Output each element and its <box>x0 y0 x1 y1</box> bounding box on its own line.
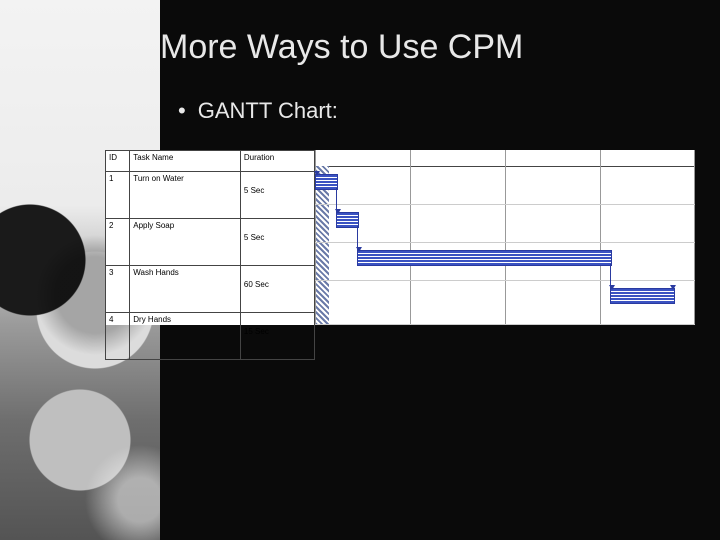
gantt-bar-1 <box>315 174 338 190</box>
gantt-bar-4 <box>610 288 675 304</box>
col-id: ID <box>106 151 130 172</box>
cell-id: 1 <box>106 172 130 219</box>
dependency-link <box>357 226 358 250</box>
gantt-row <box>315 166 695 205</box>
task-table: ID Task Name Duration 1 Turn on Water 5 … <box>105 150 315 360</box>
table-row: 1 Turn on Water 5 Sec <box>106 172 315 219</box>
table-row: 2 Apply Soap 5 Sec <box>106 219 315 266</box>
table-header-row: ID Task Name Duration <box>106 151 315 172</box>
dependency-link <box>336 188 337 212</box>
cell-id: 4 <box>106 313 130 360</box>
table-row: 4 Dry Hands 15 Sec <box>106 313 315 360</box>
cell-id: 2 <box>106 219 130 266</box>
cell-duration: 5 Sec <box>240 219 314 266</box>
gantt-panel: ID Task Name Duration 1 Turn on Water 5 … <box>105 150 695 325</box>
gantt-bar-3 <box>357 250 612 266</box>
cell-duration: 60 Sec <box>240 266 314 313</box>
cell-name: Apply Soap <box>130 219 241 266</box>
gantt-chart <box>315 150 695 325</box>
cell-name: Wash Hands <box>130 266 241 313</box>
cell-duration: 5 Sec <box>240 172 314 219</box>
cell-name: Turn on Water <box>130 172 241 219</box>
cell-id: 3 <box>106 266 130 313</box>
bullet-item: GANTT Chart: <box>178 98 338 124</box>
slide-title: More Ways to Use CPM <box>160 28 523 67</box>
table-row: 3 Wash Hands 60 Sec <box>106 266 315 313</box>
cell-duration: 15 Sec <box>240 313 314 360</box>
cell-name: Dry Hands <box>130 313 241 360</box>
slide: More Ways to Use CPM GANTT Chart: ID Tas… <box>0 0 720 540</box>
gantt-row <box>315 204 695 243</box>
col-name: Task Name <box>130 151 241 172</box>
col-duration: Duration <box>240 151 314 172</box>
dependency-link <box>610 264 611 288</box>
gantt-bar-2 <box>336 212 359 228</box>
